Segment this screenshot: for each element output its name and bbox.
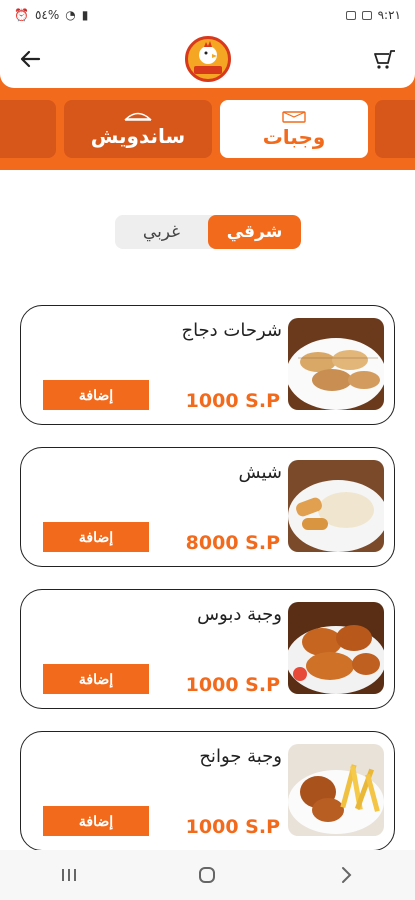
toggle-eastern[interactable]: شرقي xyxy=(208,215,301,249)
add-button[interactable]: إضافة xyxy=(43,380,149,410)
system-nav-bar xyxy=(0,850,415,900)
recent-apps-button[interactable] xyxy=(53,859,85,891)
alarm-icon: ⏰ xyxy=(14,8,29,22)
menu-item-card: شرحات دجاج 1000 S.P إضافة xyxy=(20,305,395,425)
item-price: 1000 S.P xyxy=(185,816,280,838)
recent-apps-icon xyxy=(62,869,77,881)
wifi-icon: ◔ xyxy=(65,8,76,22)
item-price: 8000 S.P xyxy=(185,532,280,554)
item-price: 1000 S.P xyxy=(185,674,280,696)
cart-icon xyxy=(374,50,395,69)
status-left: ⏰ ٥٤% ◔ ▮ xyxy=(14,8,88,22)
tab-sandwich[interactable]: ساندويش xyxy=(64,100,212,158)
add-button[interactable]: إضافة xyxy=(43,806,149,836)
cuisine-toggle: غربي شرقي xyxy=(115,215,301,249)
tab-partial-right[interactable] xyxy=(375,100,415,158)
item-price: 1000 S.P xyxy=(185,390,280,412)
meal-box-icon xyxy=(282,111,306,123)
app-header xyxy=(0,30,415,88)
tab-meals[interactable]: وجبات xyxy=(220,100,368,158)
system-back-button[interactable] xyxy=(330,859,362,891)
add-button[interactable]: إضافة xyxy=(43,522,149,552)
menu-item-card: وجبة دبوس 1000 S.P إضافة xyxy=(20,589,395,709)
item-name: شرحات دجاج xyxy=(181,320,282,341)
sandwich-icon xyxy=(124,112,152,121)
menu-item-card: وجبة جوانح 1000 S.P إضافة xyxy=(20,731,395,851)
add-button[interactable]: إضافة xyxy=(43,664,149,694)
arrow-left-icon xyxy=(20,50,41,68)
gallery-icon xyxy=(361,10,372,20)
tab-partial-left[interactable] xyxy=(0,100,56,158)
grilled-chicken-slices-image xyxy=(288,318,384,410)
tab-meals-label: وجبات xyxy=(262,125,326,149)
battery-percent: ٥٤% xyxy=(34,8,60,22)
item-name: وجبة جوانح xyxy=(199,746,282,767)
fried-drumsticks-image xyxy=(288,602,384,694)
back-button[interactable] xyxy=(14,43,46,75)
item-name: وجبة دبوس xyxy=(197,604,282,625)
restaurant-logo xyxy=(184,36,231,82)
toggle-western[interactable]: غربي xyxy=(115,215,208,249)
shish-with-rice-image xyxy=(288,460,384,552)
item-name: شيش xyxy=(238,462,282,483)
cart-button[interactable] xyxy=(369,43,401,75)
home-icon xyxy=(199,867,216,883)
chevron-right-icon xyxy=(341,867,352,883)
wings-with-fries-image xyxy=(288,744,384,836)
home-button[interactable] xyxy=(191,859,223,891)
category-tabs: ساندويش وجبات xyxy=(0,100,415,160)
signal-icon: ▮ xyxy=(81,8,89,22)
menu-item-card: شيش 8000 S.P إضافة xyxy=(20,447,395,567)
status-bar: ⏰ ٥٤% ◔ ▮ ٩:٢١ xyxy=(0,0,415,30)
status-right: ٩:٢١ xyxy=(345,8,401,22)
status-time: ٩:٢١ xyxy=(377,8,401,22)
notification-icon xyxy=(345,10,356,20)
tab-sandwich-label: ساندويش xyxy=(90,124,186,148)
